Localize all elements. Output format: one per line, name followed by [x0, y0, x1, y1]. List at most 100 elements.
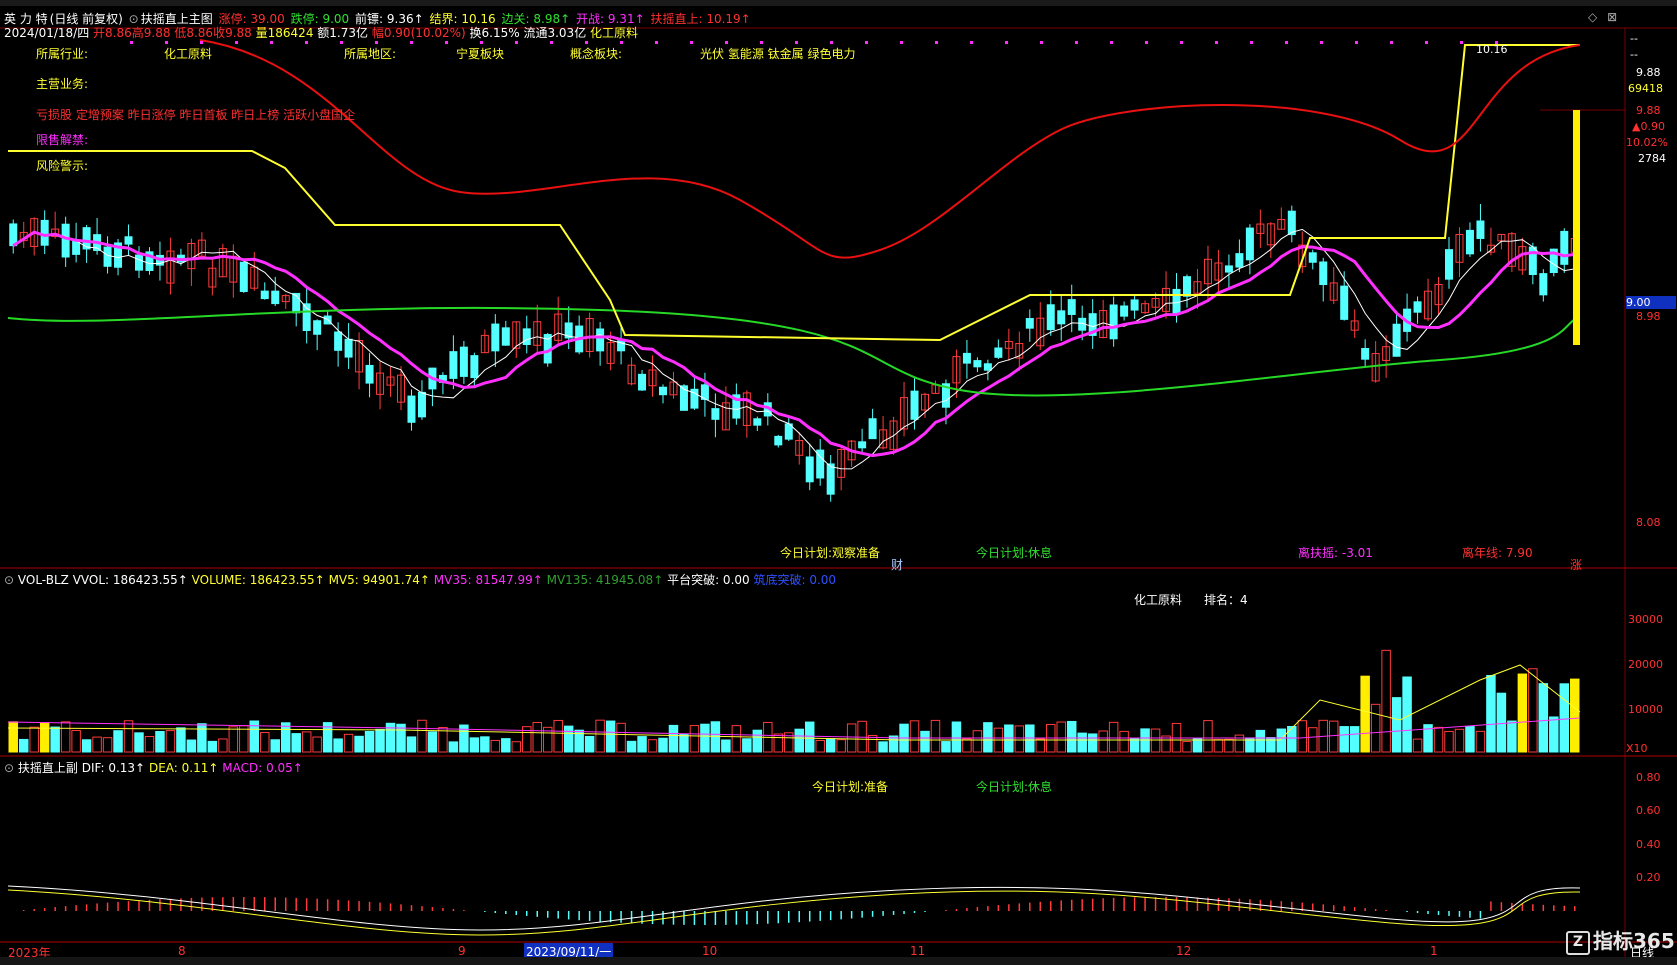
volume-bar: [1276, 728, 1287, 753]
volume-bar: [123, 720, 134, 753]
macd-dea-line: [7, 889, 1581, 936]
concept-label: 概念板块:: [570, 47, 623, 61]
macd-axis-2: 0.60: [1636, 804, 1661, 817]
signal-dot: [1285, 41, 1288, 44]
industry-value: 化工原料: [164, 47, 213, 61]
signal-dot: [970, 41, 973, 44]
volume-bar: [700, 723, 710, 753]
volume-bar: [1381, 649, 1391, 753]
signal-dot: [515, 41, 518, 44]
volume-bar: [39, 722, 50, 753]
current-price-badge[interactable]: 9.00: [1626, 296, 1676, 309]
volume-bar: [228, 726, 239, 753]
candle-body: [711, 408, 720, 420]
candle-body: [983, 363, 992, 371]
business-label: 主营业务:: [36, 77, 89, 91]
signal-dot: [655, 41, 658, 44]
volume-bar: [8, 721, 18, 753]
signal-dot: [585, 41, 588, 44]
candle-body: [1130, 299, 1139, 311]
volume-bar: [1517, 673, 1528, 753]
volume-bar: [165, 730, 176, 753]
finance-badge[interactable]: 财: [891, 556, 903, 573]
fuyao-distance: 离扶摇: -3.01: [1298, 546, 1373, 560]
candle-body: [449, 351, 458, 379]
volume-bar: [1192, 738, 1203, 753]
volume-bar: [563, 725, 574, 753]
volume-bar: [962, 738, 972, 753]
volume-bar: [134, 732, 144, 753]
signal-dot: [1250, 41, 1253, 44]
candle-body: [417, 391, 426, 418]
volume-bar: [553, 719, 563, 753]
volume-bar: [1412, 738, 1423, 753]
volume-bar: [260, 732, 270, 753]
close-icon[interactable]: ⊠: [1607, 10, 1617, 24]
volume-bar: [511, 741, 522, 753]
volume-bar: [92, 736, 102, 753]
volume-bar: [1056, 721, 1066, 753]
candle-body: [1361, 347, 1370, 360]
annual-line-distance: 离年线: 7.90: [1462, 546, 1533, 560]
volume-bar: [983, 722, 993, 753]
candle-body: [868, 418, 877, 440]
volume-bar: [280, 722, 291, 753]
vol-header: ⊙ VOL-BLZ VVOL: 186423.55↑ VOLUME: 18642…: [4, 571, 836, 588]
volume-bar: [721, 739, 731, 753]
signal-dot: [900, 41, 903, 44]
volume-bar: [176, 727, 186, 753]
candle-body: [1235, 253, 1244, 268]
quote-change: 幅0.90(10.02%): [371, 26, 466, 40]
volume-bar: [71, 730, 81, 753]
candle-body: [659, 386, 667, 396]
volume-bar: [972, 730, 983, 753]
window-controls[interactable]: ◇ ⊠: [1588, 10, 1617, 24]
volume-bar: [1528, 668, 1538, 753]
volume-bar: [647, 739, 658, 753]
volume-bar: [197, 723, 207, 753]
candle-body: [1025, 318, 1034, 329]
risk-label: 风险警示:: [36, 159, 89, 173]
volume-bar: [1213, 739, 1224, 753]
quote-row: 2024/01/18/四 开8.86高9.88 低8.86收9.88 量1864…: [4, 24, 638, 41]
macd-header: ⊙ 扶摇直上副 DIF: 0.13↑ DEA: 0.11↑ MACD: 0.05…: [4, 759, 303, 776]
vol-indicator-name[interactable]: VOL-BLZ: [18, 573, 69, 587]
signal-dot: [1005, 41, 1008, 44]
volume-bar: [710, 721, 721, 753]
latest-candle: [1573, 110, 1580, 345]
volume-bar: [1182, 741, 1192, 753]
axis-change: ▲0.90: [1632, 120, 1665, 133]
candle-body: [239, 261, 248, 292]
volume-bar: [1570, 678, 1580, 753]
bottom-tab-strip[interactable]: [0, 957, 1677, 965]
time-label-jan: 1: [1430, 944, 1438, 958]
chart-canvas[interactable]: [0, 0, 1677, 965]
region-label: 所属地区:: [344, 47, 397, 61]
signal-dot: [1110, 41, 1113, 44]
signal-dot: [935, 41, 938, 44]
volume-bar: [857, 720, 867, 753]
macd-indicator-name[interactable]: 扶摇直上副: [18, 761, 78, 775]
signal-dot: [410, 41, 413, 44]
candle-body: [1319, 261, 1328, 286]
volume-bar: [1066, 720, 1077, 753]
volume-bar: [658, 737, 668, 753]
volume-bar: [909, 720, 920, 753]
gear-icon[interactable]: ⊙: [4, 573, 14, 587]
gear-icon[interactable]: ⊙: [4, 761, 14, 775]
candle-body: [40, 219, 49, 246]
volume-bar: [155, 731, 165, 753]
volume-bar: [354, 735, 364, 753]
time-label-sep: 9: [458, 944, 466, 958]
signal-dot: [375, 41, 378, 44]
macd-dea: DEA: 0.11↑: [148, 761, 219, 775]
candle-body: [858, 441, 867, 449]
volume-bar: [1475, 730, 1486, 753]
candle-body: [1287, 210, 1296, 236]
volume-bar: [186, 739, 197, 753]
diamond-icon[interactable]: ◇: [1588, 10, 1597, 24]
candle-body: [522, 328, 531, 346]
candle-body: [1340, 285, 1349, 320]
vol-bottom: 筑底突破: 0.00: [753, 573, 837, 587]
candle-body: [1413, 301, 1422, 313]
